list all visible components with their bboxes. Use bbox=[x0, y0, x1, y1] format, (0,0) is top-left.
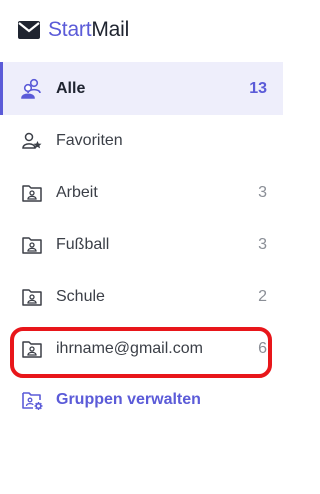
brand-name-mail: Mail bbox=[91, 18, 130, 41]
sidebar-item-count: 3 bbox=[258, 236, 267, 253]
sidebar-item-label: Alle bbox=[56, 79, 86, 97]
highlight-annotation bbox=[10, 327, 272, 378]
folder-settings-icon bbox=[20, 387, 46, 413]
sidebar-item-fussball[interactable]: Fußball 3 bbox=[0, 219, 283, 271]
sidebar-item-alle[interactable]: Alle 13 bbox=[0, 62, 283, 115]
contacts-group-icon bbox=[20, 76, 46, 102]
sidebar-item-label: Arbeit bbox=[56, 184, 98, 201]
brand-name: StartMail bbox=[48, 19, 129, 40]
sidebar-item-count: 3 bbox=[258, 184, 267, 201]
contact-folder-icon bbox=[20, 232, 46, 258]
sidebar-item-label: Favoriten bbox=[56, 132, 123, 149]
sidebar-item-favoriten[interactable]: Favoriten bbox=[0, 115, 283, 167]
brand-name-start: Start bbox=[48, 18, 92, 41]
sidebar-item-label: Schule bbox=[56, 288, 105, 305]
envelope-logo-icon bbox=[18, 20, 40, 39]
contact-folder-icon bbox=[20, 180, 46, 206]
manage-groups-label: Gruppen verwalten bbox=[56, 391, 201, 408]
sidebar-item-count: 2 bbox=[258, 288, 267, 305]
sidebar-item-schule[interactable]: Schule 2 bbox=[0, 271, 283, 323]
sidebar-item-count: 13 bbox=[249, 79, 267, 97]
manage-groups-link[interactable]: Gruppen verwalten bbox=[0, 375, 283, 425]
sidebar-item-arbeit[interactable]: Arbeit 3 bbox=[0, 167, 283, 219]
sidebar-item-label: Fußball bbox=[56, 236, 110, 253]
favorite-contact-icon bbox=[20, 128, 46, 154]
contact-folder-icon bbox=[20, 284, 46, 310]
startmail-logo[interactable]: StartMail bbox=[18, 19, 129, 40]
